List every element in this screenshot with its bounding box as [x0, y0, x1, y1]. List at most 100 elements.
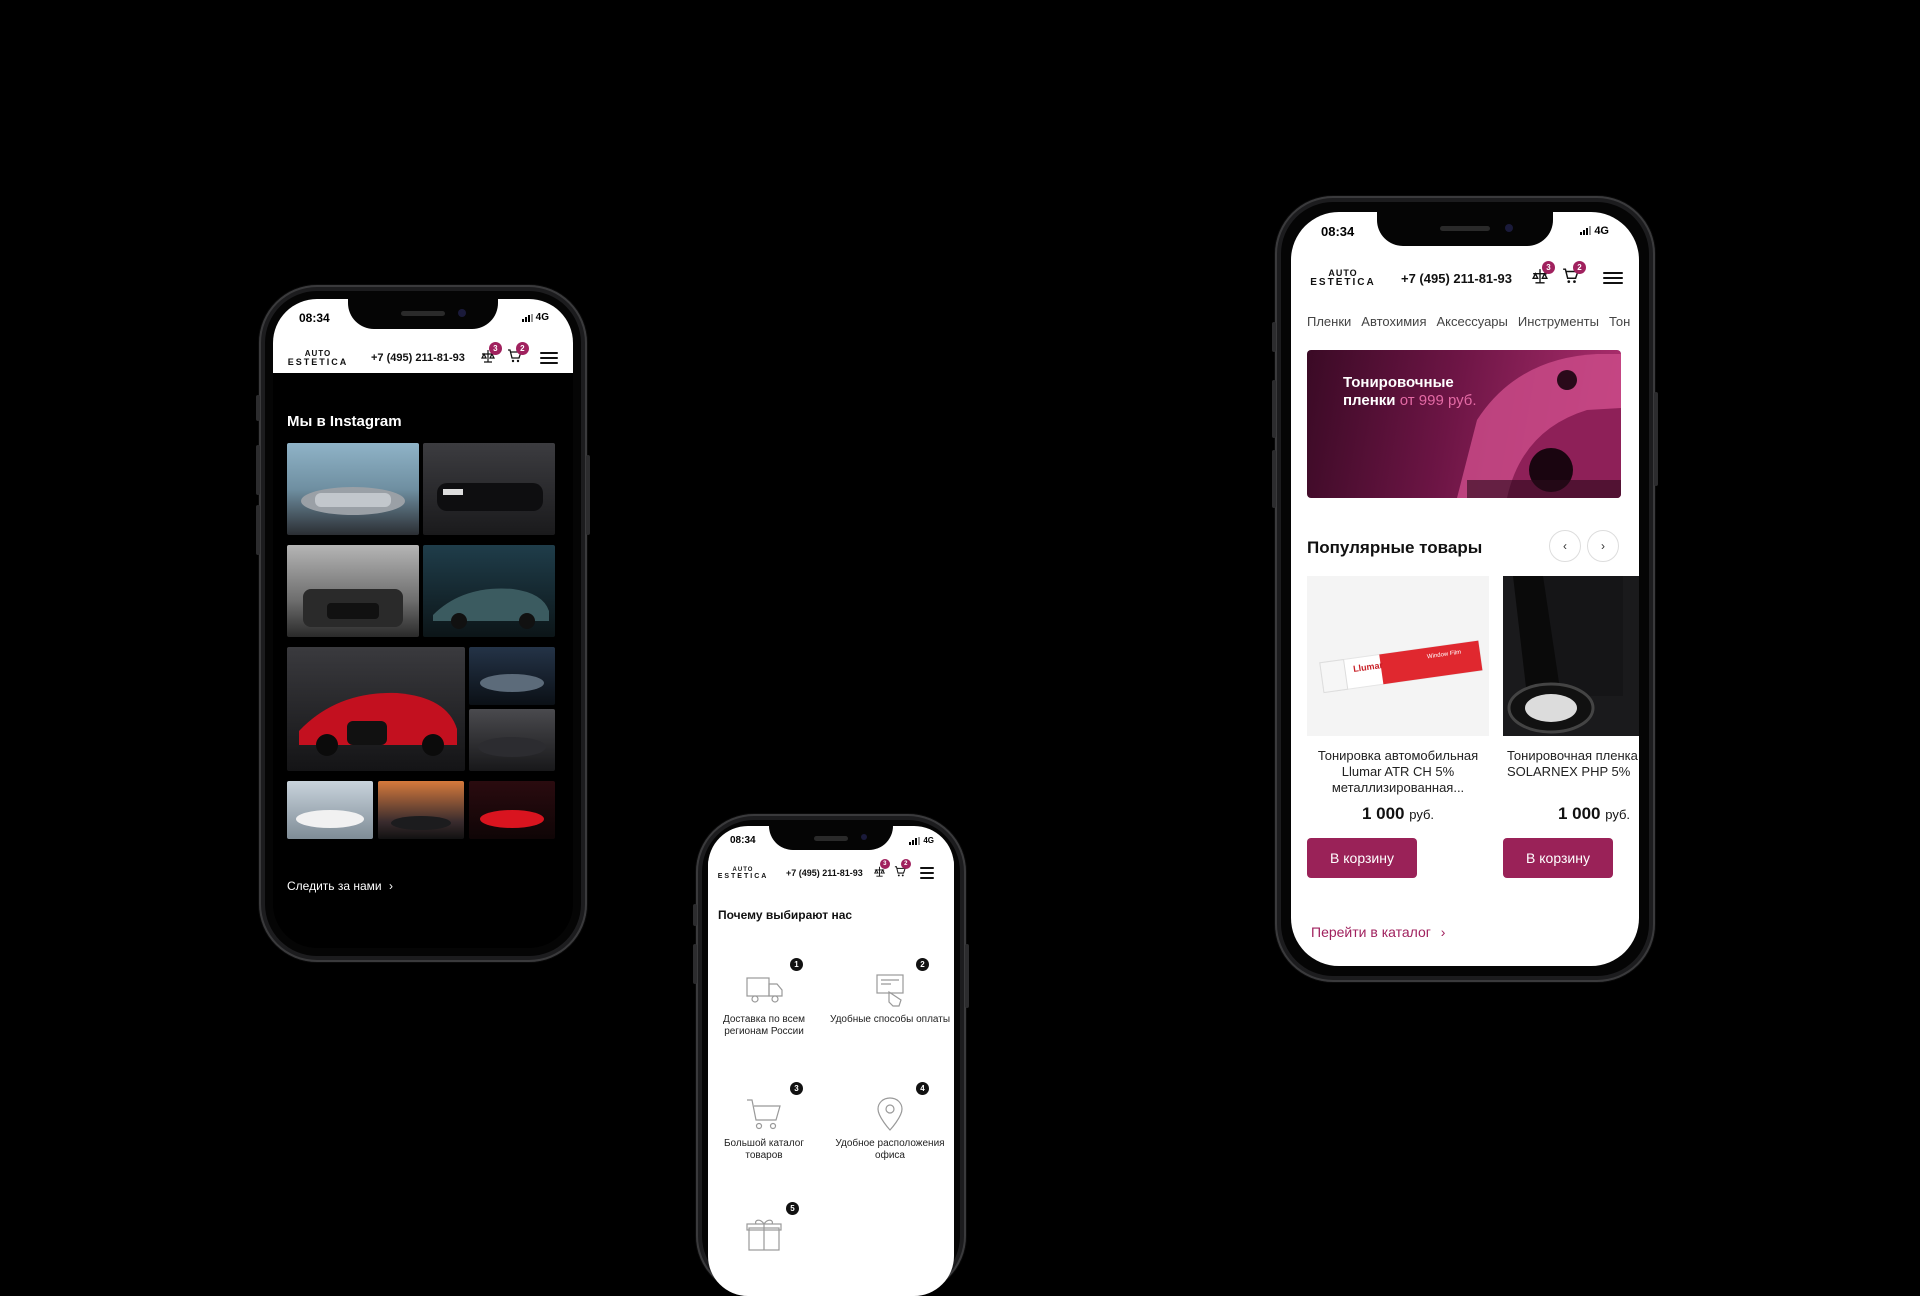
- signal-icon: [909, 836, 921, 845]
- instagram-photo[interactable]: [287, 545, 419, 637]
- instagram-photo[interactable]: [423, 545, 555, 637]
- nav-item-accessories[interactable]: Аксессуары: [1436, 314, 1507, 329]
- feature-number: 2: [916, 958, 929, 971]
- product-price: 1 000 руб.: [1307, 804, 1489, 824]
- site-header: AUTO ESTETICA +7 (495) 211-81-93 3 2: [273, 341, 573, 373]
- promo-banner[interactable]: Тонировочные пленки от 999 руб.: [1307, 350, 1621, 498]
- feature-item: 3 Большой каталог товаров: [708, 1082, 824, 1162]
- instagram-photo[interactable]: [469, 647, 555, 705]
- phone-link[interactable]: +7 (495) 211-81-93: [786, 868, 863, 878]
- feature-item: 1 Доставка по всем регионам России: [708, 958, 824, 1038]
- phone-catalog: 08:34 4G AUTO ESTETICA +7 (495) 211-81-9…: [1272, 196, 1658, 982]
- car-image: [1457, 354, 1621, 498]
- cart-badge: 2: [1572, 260, 1586, 274]
- feature-item: 4 Удобное расположения офиса: [830, 1082, 950, 1162]
- product-image[interactable]: [1503, 576, 1639, 736]
- add-to-cart-button[interactable]: В корзину: [1503, 838, 1613, 878]
- screen: 08:34 4G AUTO ESTETICA +7 (495) 211-81-9…: [1291, 212, 1639, 966]
- banner-accent: от 999 руб.: [1399, 392, 1477, 409]
- instagram-photo[interactable]: [287, 781, 373, 839]
- price-value: 1 000: [1557, 804, 1601, 823]
- nav-item-tint[interactable]: Тон: [1609, 314, 1630, 329]
- feature-number: 5: [786, 1202, 799, 1215]
- menu-icon[interactable]: [1602, 272, 1623, 284]
- category-nav: Пленки Автохимия Аксессуары Инструменты …: [1307, 314, 1630, 329]
- network-type: 4G: [1594, 225, 1609, 237]
- add-to-cart-button[interactable]: В корзину: [1307, 838, 1417, 878]
- truck-icon: [746, 977, 783, 1003]
- instagram-photo[interactable]: [469, 709, 555, 771]
- product-name[interactable]: Тонировка автомобильная Llumar ATR CH 5%…: [1307, 748, 1489, 796]
- site-header: AUTO ESTETICA +7 (495) 211-81-93 3 2: [1291, 260, 1639, 294]
- feature-label: Удобное расположения офиса: [835, 1138, 945, 1161]
- feature-label: Удобные способы оплаты: [830, 1014, 951, 1025]
- network-type: 4G: [535, 312, 549, 323]
- network-indicator: 4G: [909, 836, 934, 845]
- network-type: 4G: [923, 836, 934, 845]
- cart-button[interactable]: 2: [894, 859, 911, 882]
- instagram-photo[interactable]: [423, 443, 555, 535]
- banner-text: Тонировочные пленки от 999 руб.: [1343, 374, 1477, 410]
- logo[interactable]: AUTO ESTETICA: [1307, 268, 1379, 288]
- network-indicator: 4G: [1580, 225, 1609, 237]
- follow-label: Следить за нами: [287, 879, 382, 893]
- cart-badge: 2: [900, 859, 911, 869]
- instagram-photo[interactable]: [287, 443, 419, 535]
- compare-button[interactable]: 3: [480, 341, 502, 368]
- feature-item: 5: [708, 1202, 824, 1258]
- nav-item-autochem[interactable]: Автохимия: [1361, 314, 1426, 329]
- menu-icon[interactable]: [539, 352, 558, 364]
- instagram-title: Мы в Instagram: [287, 413, 402, 430]
- compare-button[interactable]: 3: [873, 859, 890, 882]
- product-image[interactable]: Llumar Window Film: [1307, 576, 1489, 736]
- banner-line1: Тонировочные: [1343, 374, 1454, 391]
- feature-label: Доставка по всем регионам России: [722, 1014, 806, 1037]
- instagram-photo[interactable]: [378, 781, 464, 839]
- nav-item-tools[interactable]: Инструменты: [1518, 314, 1599, 329]
- prev-button[interactable]: ‹: [1549, 530, 1581, 562]
- why-us-title: Почему выбирают нас: [718, 908, 853, 922]
- logo-bottom: ESTETICA: [287, 356, 349, 367]
- phone-link[interactable]: +7 (495) 211-81-93: [371, 352, 465, 364]
- cart-button[interactable]: 2: [1562, 260, 1586, 289]
- follow-link[interactable]: Следить за нами ›: [287, 879, 393, 893]
- screen: 08:34 4G AUTO ESTETICA +7 (495) 211-81-9…: [273, 299, 573, 948]
- instagram-photo[interactable]: [469, 781, 555, 839]
- product-name[interactable]: Тонировочная пленка SOLARNEX PHP 5%: [1503, 748, 1639, 780]
- phone-link[interactable]: +7 (495) 211-81-93: [1401, 271, 1512, 286]
- compare-button[interactable]: 3: [1531, 260, 1555, 289]
- feature-item: 2 Удобные способы оплаты: [830, 958, 951, 1026]
- site-header: AUTO ESTETICA +7 (495) 211-81-93 3 2: [708, 859, 954, 886]
- price-currency: руб.: [1409, 807, 1435, 822]
- nav-item-films[interactable]: Пленки: [1307, 314, 1351, 329]
- popular-title: Популярные товары: [1307, 538, 1483, 557]
- price-currency: руб.: [1605, 807, 1631, 822]
- network-indicator: 4G: [521, 312, 549, 323]
- feature-label: Большой каталог товаров: [723, 1138, 805, 1161]
- compare-badge: 3: [879, 859, 890, 869]
- logo[interactable]: AUTO ESTETICA: [287, 349, 349, 367]
- banner-line2: пленки: [1343, 392, 1396, 409]
- chevron-right-icon: ›: [388, 879, 393, 893]
- feature-number: 3: [790, 1082, 803, 1095]
- instagram-photo[interactable]: [287, 647, 465, 771]
- goto-catalog-link[interactable]: Перейти в каталог ›: [1311, 924, 1445, 940]
- payment-terminal-icon: [876, 974, 904, 1007]
- cart-badge: 2: [515, 341, 529, 355]
- logo[interactable]: AUTO ESTETICA: [718, 867, 768, 880]
- logo-bottom: ESTETICA: [717, 872, 769, 880]
- signal-icon: [1580, 226, 1592, 235]
- gift-icon: [746, 1219, 782, 1251]
- status-time: 08:34: [1321, 224, 1355, 239]
- menu-icon[interactable]: [919, 867, 934, 879]
- map-pin-icon: [877, 1097, 903, 1131]
- phone-instagram: 08:34 4G AUTO ESTETICA +7 (495) 211-81-9…: [256, 285, 590, 962]
- price-value: 1 000: [1361, 804, 1405, 823]
- compare-badge: 3: [488, 341, 502, 355]
- cart-button[interactable]: 2: [507, 341, 529, 368]
- compare-badge: 3: [1541, 260, 1555, 274]
- status-time: 08:34: [730, 835, 756, 846]
- screen: 08:34 4G AUTO ESTETICA +7 (495) 211-81-9…: [708, 826, 954, 1296]
- next-button[interactable]: ›: [1587, 530, 1619, 562]
- product-price: 1 000 руб.: [1503, 804, 1639, 824]
